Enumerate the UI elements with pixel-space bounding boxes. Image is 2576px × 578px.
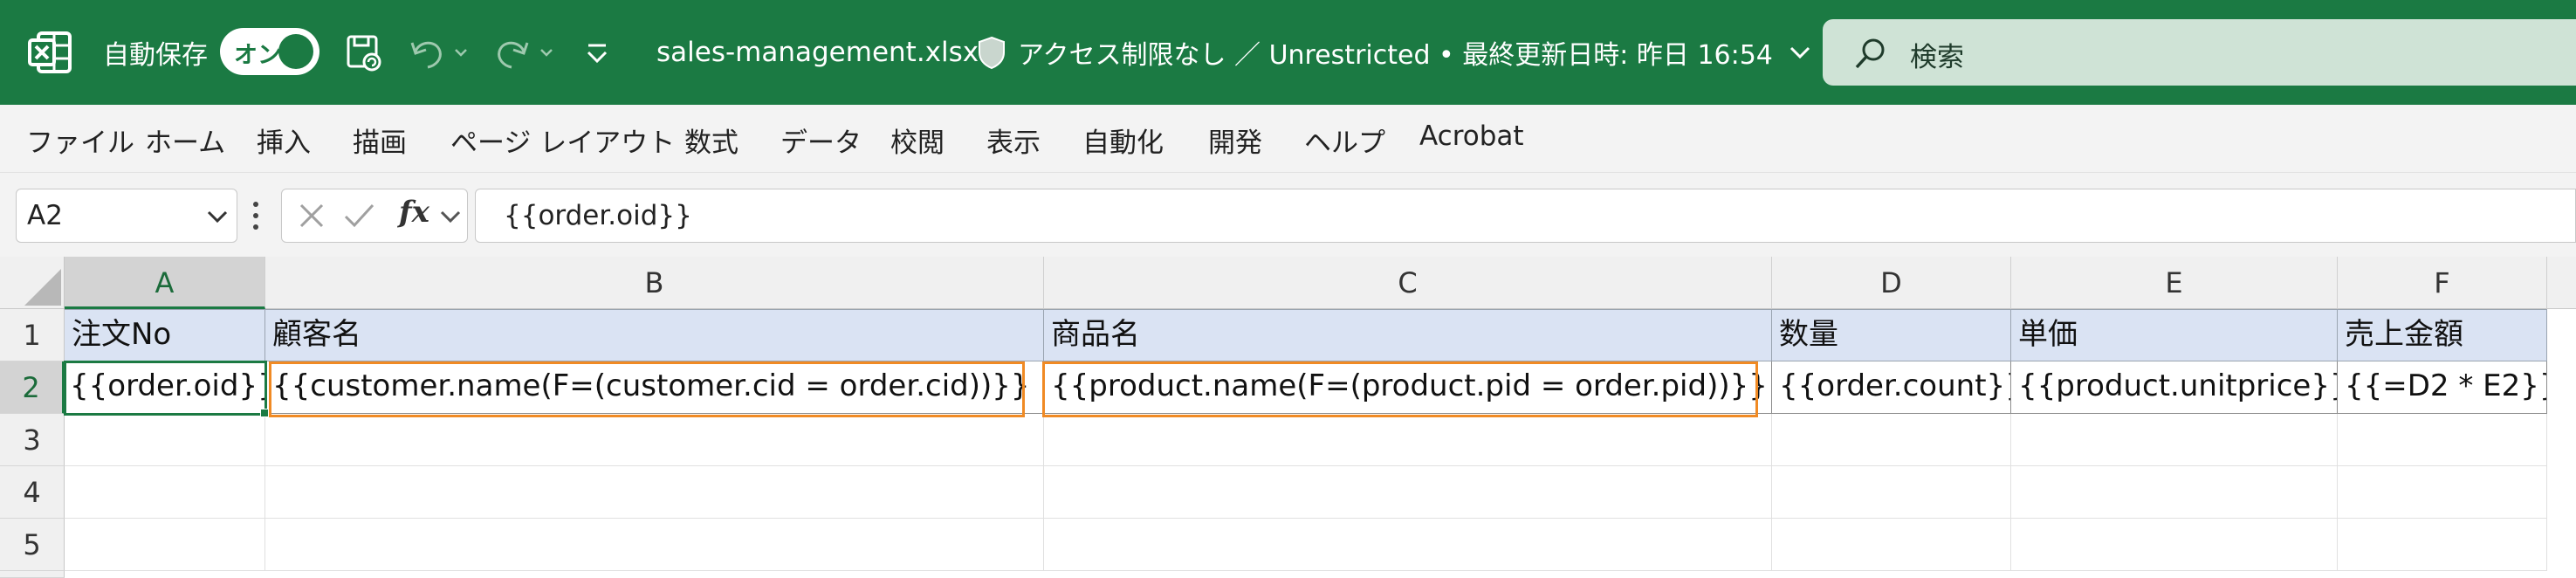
menu-data[interactable]: データ <box>780 120 862 160</box>
row-header-1[interactable]: 1 <box>0 309 65 361</box>
access-text: アクセス制限なし ／ Unrestricted • 最終更新日時: 昨日 16:… <box>1018 40 1773 71</box>
menu-file[interactable]: ファイル <box>26 120 134 160</box>
customize-toolbar-icon[interactable] <box>580 35 615 70</box>
formula-bar: A2 fx {{order.oid}} <box>0 173 2576 257</box>
menu-draw[interactable]: 描画 <box>353 120 407 160</box>
chevron-down-icon[interactable] <box>439 207 462 228</box>
spreadsheet-grid: A B C D E F 1 2 3 4 5 注文No 顧客名 商品名 数量 単価… <box>0 257 2576 578</box>
column-header-b[interactable]: B <box>265 257 1044 309</box>
more-options-icon[interactable] <box>250 196 262 236</box>
menu-view[interactable]: 表示 <box>986 120 1041 160</box>
cell-f2[interactable]: {{=D2 * E2}} <box>2338 361 2547 414</box>
cell-f3[interactable] <box>2338 414 2547 466</box>
shield-icon <box>979 36 1005 70</box>
chevron-down-icon <box>207 210 228 224</box>
cell-d1[interactable]: 数量 <box>1772 309 2011 361</box>
row-header-2[interactable]: 2 <box>0 361 65 414</box>
cell-a1[interactable]: 注文No <box>65 309 265 361</box>
autosave-state: オン <box>234 42 281 69</box>
row-header-3[interactable]: 3 <box>0 414 65 466</box>
cell-e5[interactable] <box>2011 519 2338 571</box>
cell-e2[interactable]: {{product.unitprice}} <box>2011 361 2338 414</box>
cancel-icon[interactable] <box>294 198 329 233</box>
menu-formulas[interactable]: 数式 <box>684 120 738 160</box>
cell-e3[interactable] <box>2011 414 2338 466</box>
cell-c2[interactable]: {{product.name(F=(product.pid = order.pi… <box>1044 361 1772 414</box>
cell-b1[interactable]: 顧客名 <box>265 309 1044 361</box>
cell-a5[interactable] <box>65 519 265 571</box>
menu-review[interactable]: 校閲 <box>890 120 945 160</box>
menu-acrobat[interactable]: Acrobat <box>1419 120 1524 152</box>
column-header-f[interactable]: F <box>2338 257 2547 309</box>
formula-buttons: fx <box>281 189 468 243</box>
redo-icon[interactable] <box>492 31 562 73</box>
fill-handle[interactable] <box>260 409 269 417</box>
enter-icon[interactable] <box>341 198 376 233</box>
menu-page-layout[interactable]: ページ レイアウト <box>450 120 675 160</box>
cell-d5[interactable] <box>1772 519 2011 571</box>
cell-e4[interactable] <box>2011 466 2338 519</box>
formula-text: {{order.oid}} <box>504 200 692 231</box>
undo-icon[interactable] <box>407 31 477 73</box>
name-box[interactable]: A2 <box>16 189 237 243</box>
cell-c4[interactable] <box>1044 466 1772 519</box>
column-header-c[interactable]: C <box>1044 257 1772 309</box>
cell-d3[interactable] <box>1772 414 2011 466</box>
cell-c5[interactable] <box>1044 519 1772 571</box>
formula-input[interactable]: {{order.oid}} <box>475 189 2576 243</box>
search-placeholder: 検索 <box>1910 42 1964 73</box>
insert-function-button[interactable]: fx <box>399 195 429 230</box>
excel-logo-icon[interactable] <box>26 28 75 77</box>
cell-e1[interactable]: 単価 <box>2011 309 2338 361</box>
row-header-4[interactable]: 4 <box>0 466 65 519</box>
autosave-toggle[interactable]: オン <box>220 28 319 75</box>
save-icon[interactable] <box>344 31 386 73</box>
column-header-a[interactable]: A <box>65 257 265 309</box>
cell-a4[interactable] <box>65 466 265 519</box>
select-all-corner[interactable] <box>0 257 65 309</box>
column-header-d[interactable]: D <box>1772 257 2011 309</box>
access-info[interactable]: アクセス制限なし ／ Unrestricted • 最終更新日時: 昨日 16:… <box>976 33 1813 72</box>
cell-a3[interactable] <box>65 414 265 466</box>
row-header-6-partial[interactable] <box>0 571 65 578</box>
cell-f5[interactable] <box>2338 519 2547 571</box>
cell-b4[interactable] <box>265 466 1044 519</box>
title-bar: 自動保存 オン sales-management.xlsx アクセス制限なし ／… <box>0 0 2576 105</box>
document-filename[interactable]: sales-management.xlsx <box>656 33 979 72</box>
autosave-label: 自動保存 <box>103 40 208 71</box>
menu-home[interactable]: ホーム <box>145 120 225 160</box>
cell-d4[interactable] <box>1772 466 2011 519</box>
cell-b5[interactable] <box>265 519 1044 571</box>
cell-b3[interactable] <box>265 414 1044 466</box>
column-header-g-partial[interactable] <box>2547 257 2576 309</box>
search-box[interactable]: 検索 <box>1823 19 2576 86</box>
menu-bar: ファイル ホーム 挿入 描画 ページ レイアウト 数式 データ 校閲 表示 自動… <box>0 105 2576 173</box>
search-icon <box>1855 38 1885 69</box>
column-header-e[interactable]: E <box>2011 257 2338 309</box>
row-header-5[interactable]: 5 <box>0 519 65 571</box>
cell-f4[interactable] <box>2338 466 2547 519</box>
cell-d2[interactable]: {{order.count}} <box>1772 361 2011 414</box>
menu-automate[interactable]: 自動化 <box>1082 120 1164 160</box>
cell-f1[interactable]: 売上金額 <box>2338 309 2547 361</box>
chevron-down-icon <box>1789 46 1810 59</box>
name-box-value: A2 <box>27 200 63 231</box>
menu-developer[interactable]: 開発 <box>1208 120 1262 160</box>
cell-c1[interactable]: 商品名 <box>1044 309 1772 361</box>
cell-b2[interactable]: {{customer.name(F=(customer.cid = order.… <box>265 361 1044 414</box>
toggle-knob <box>278 34 313 69</box>
menu-insert[interactable]: 挿入 <box>257 120 311 160</box>
menu-help[interactable]: ヘルプ <box>1304 120 1385 160</box>
cell-c3[interactable] <box>1044 414 1772 466</box>
cell-a2[interactable]: {{order.oid}} <box>65 361 265 414</box>
